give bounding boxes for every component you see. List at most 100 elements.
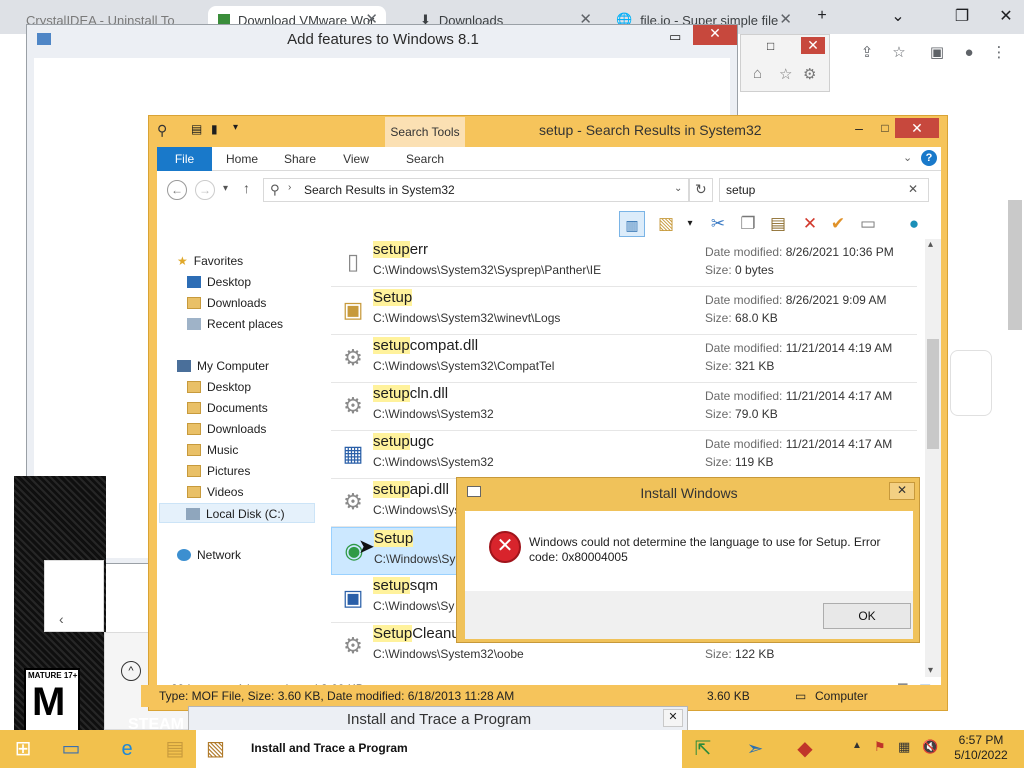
- star-icon[interactable]: ☆: [779, 65, 792, 83]
- list-item[interactable]: ▯ setuperr C:\Windows\System32\Sysprep\P…: [331, 239, 917, 287]
- nav-item-downloads[interactable]: Downloads: [187, 419, 266, 439]
- paper-plane-icon[interactable]: ➣: [736, 733, 774, 765]
- tab-home[interactable]: Home: [219, 147, 265, 171]
- location-label: Computer: [815, 689, 868, 703]
- nav-favorites[interactable]: ★ Favorites: [177, 251, 243, 271]
- network-tray-icon[interactable]: ▦: [898, 739, 910, 755]
- nav-item-recent-places[interactable]: Recent places: [187, 314, 283, 334]
- tab-view[interactable]: View: [333, 147, 379, 171]
- properties-icon[interactable]: ▤: [191, 122, 202, 136]
- new-folder-icon[interactable]: ▮: [211, 122, 218, 136]
- nav-item-downloads[interactable]: Downloads: [187, 293, 266, 313]
- maximize-icon[interactable]: □: [767, 39, 774, 53]
- cube-app-icon[interactable]: ◆: [786, 733, 824, 765]
- list-item[interactable]: ▦ setupugc C:\Windows\System32 Date modi…: [331, 431, 917, 479]
- refresh-icon: ↻: [695, 181, 707, 197]
- close-icon[interactable]: ✕: [779, 10, 792, 28]
- sidebar-icon[interactable]: ▣: [926, 42, 948, 64]
- taskbar-thumbnail[interactable]: ▧ Install and Trace a Program: [196, 730, 682, 768]
- minimize-icon[interactable]: –: [849, 118, 869, 138]
- tab-search[interactable]: Search: [397, 147, 453, 171]
- volume-muted-icon[interactable]: 🔇: [922, 739, 938, 755]
- details-pane-icon[interactable]: ▥: [619, 211, 645, 237]
- ok-button[interactable]: OK: [823, 603, 911, 629]
- help-icon[interactable]: ?: [921, 150, 937, 166]
- clear-search-icon[interactable]: ✕: [908, 182, 918, 196]
- page-scrollbar[interactable]: [1008, 200, 1022, 330]
- ie-toolbar-fragment: □ ✕ ⌂ ☆ ⚙: [740, 34, 830, 92]
- nav-item-desktop[interactable]: Desktop: [187, 377, 251, 397]
- nav-item-videos[interactable]: Videos: [187, 482, 243, 502]
- minimize-icon[interactable]: ▭: [669, 29, 681, 45]
- close-icon[interactable]: ✕: [693, 25, 737, 45]
- globe-icon[interactable]: ●: [901, 211, 927, 237]
- close-icon[interactable]: ✕: [801, 37, 825, 54]
- profile-icon[interactable]: ●: [958, 42, 980, 64]
- checkmark-icon[interactable]: ✔: [825, 211, 851, 237]
- nav-my-computer[interactable]: My Computer: [177, 356, 269, 376]
- close-icon[interactable]: ✕: [895, 118, 939, 138]
- nav-network[interactable]: Network: [177, 545, 241, 565]
- up-arrow-icon[interactable]: ↑: [243, 180, 250, 196]
- file-explorer-icon[interactable]: ▤: [156, 733, 194, 765]
- computer-icon[interactable]: ▭: [52, 733, 90, 765]
- scroll-up-icon[interactable]: ▴: [928, 239, 933, 250]
- nav-item-music[interactable]: Music: [187, 440, 238, 460]
- address-bar[interactable]: ⚲ › Search Results in System32 ⌄: [263, 178, 689, 202]
- back-button[interactable]: ←: [167, 180, 187, 200]
- recent-locations-chevron-icon[interactable]: ▾: [223, 183, 228, 194]
- monitor-arrow-icon[interactable]: ⇱: [684, 733, 722, 765]
- chevron-down-icon[interactable]: ⌄: [674, 183, 682, 194]
- nav-item-documents[interactable]: Documents: [187, 398, 268, 418]
- home-icon[interactable]: ⌂: [753, 65, 762, 82]
- list-item[interactable]: ⚙ setupcln.dll C:\Windows\System32 Date …: [331, 383, 917, 431]
- close-icon[interactable]: ✕: [988, 0, 1024, 32]
- file-name: setupapi.dll: [373, 481, 449, 498]
- customize-chevron-icon[interactable]: ▾: [233, 122, 238, 133]
- system-clock[interactable]: 6:57 PM 5/10/2022: [948, 733, 1014, 763]
- settings-icon[interactable]: ⚙: [803, 65, 816, 83]
- search-input[interactable]: setup ✕: [719, 178, 929, 202]
- list-item[interactable]: ⚙ setupcompat.dll C:\Windows\System32\Co…: [331, 335, 917, 383]
- list-item-selected[interactable]: ◉ Setup C:\Windows\Sy: [331, 527, 461, 575]
- windows-start-icon[interactable]: ⊞: [4, 733, 42, 765]
- cut-icon[interactable]: ✂: [705, 211, 731, 237]
- chevron-down-icon[interactable]: ⌄: [903, 151, 912, 164]
- file-name: Setup: [373, 289, 413, 306]
- scrollbar-thumb[interactable]: [927, 339, 939, 449]
- nav-item-pictures[interactable]: Pictures: [187, 461, 250, 481]
- chevron-down-icon[interactable]: ⌄: [880, 0, 916, 32]
- forward-button[interactable]: →: [195, 180, 215, 200]
- folder-icon: [187, 465, 201, 477]
- maximize-icon[interactable]: □: [875, 118, 895, 138]
- file-size: Size: 119 KB: [705, 455, 774, 469]
- refresh-button[interactable]: ↻: [689, 178, 713, 202]
- close-icon[interactable]: ✕: [663, 709, 683, 727]
- action-center-flag-icon[interactable]: ⚑: [874, 739, 886, 755]
- delete-icon[interactable]: ✕: [797, 211, 823, 237]
- rename-icon[interactable]: ▭: [855, 211, 881, 237]
- new-tab-button[interactable]: +: [804, 0, 840, 32]
- chevron-left-icon[interactable]: ‹: [59, 611, 64, 627]
- bookmark-star-icon[interactable]: ☆: [888, 42, 910, 64]
- close-icon[interactable]: ✕: [889, 482, 915, 500]
- scroll-down-icon[interactable]: ▾: [928, 665, 933, 676]
- menu-icon[interactable]: ⋮: [988, 42, 1010, 64]
- nav-item-local-disk[interactable]: Local Disk (C:): [159, 503, 315, 523]
- chevron-up-icon[interactable]: ^: [121, 661, 141, 681]
- paste-icon[interactable]: ▤: [765, 211, 791, 237]
- tab-file[interactable]: File: [157, 147, 212, 171]
- internet-explorer-icon[interactable]: e: [108, 733, 146, 765]
- results-scrollbar[interactable]: ▴ ▾: [925, 239, 941, 679]
- error-icon: ✕: [489, 531, 521, 563]
- share-icon[interactable]: ⇪: [856, 42, 878, 64]
- panel-fragment: ‹: [44, 560, 104, 632]
- properties-folder-icon[interactable]: ▧: [653, 211, 679, 237]
- tray-chevron-icon[interactable]: ▲: [852, 740, 862, 751]
- copy-icon[interactable]: ❐: [735, 211, 761, 237]
- chevron-down-icon[interactable]: ▾: [677, 211, 703, 237]
- tab-share[interactable]: Share: [277, 147, 323, 171]
- nav-item-desktop[interactable]: Desktop: [187, 272, 251, 292]
- restore-icon[interactable]: ❐: [944, 0, 980, 32]
- list-item[interactable]: ▣ Setup C:\Windows\System32\winevt\Logs …: [331, 287, 917, 335]
